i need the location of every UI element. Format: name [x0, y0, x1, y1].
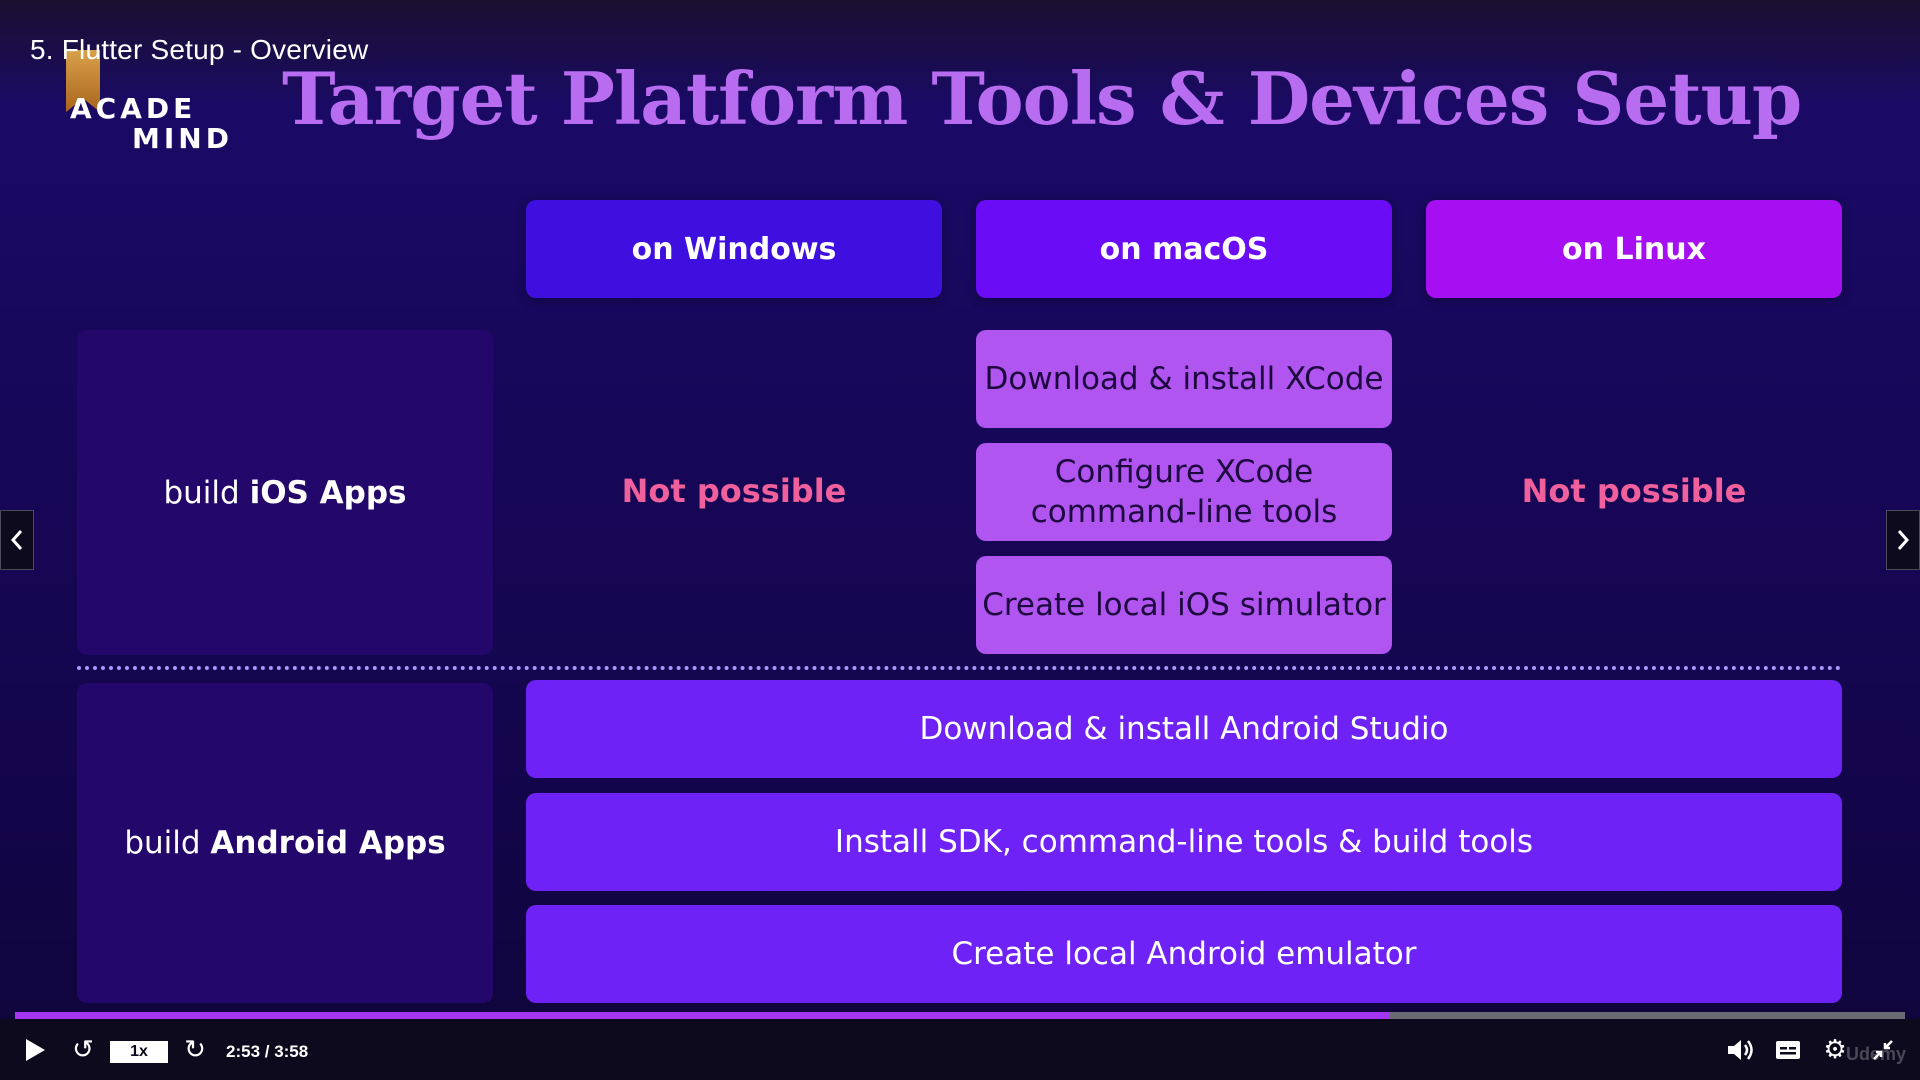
column-header-windows: on Windows — [526, 200, 942, 298]
macos-ios-step: Configure XCode command-line tools — [976, 443, 1392, 541]
gear-icon: ⚙ — [1823, 1035, 1847, 1065]
row-header-strong: Android Apps — [210, 825, 446, 861]
row-header-prefix: build — [124, 825, 211, 861]
time-display: 2:53 / 3:58 — [226, 1042, 309, 1061]
rewind-icon: ↺ — [72, 1035, 94, 1065]
academind-logo: ACADE MIND — [66, 50, 236, 160]
macos-ios-step: Create local iOS simulator — [976, 556, 1392, 654]
row-header-android: build Android Apps — [77, 683, 493, 1003]
macos-ios-step-text: Configure XCode command-line tools — [1030, 454, 1338, 530]
column-header-macos: on macOS — [976, 200, 1392, 298]
player-controls: ↺ 1x ↻ 2:53 / 3:58 ⚙ — [0, 1019, 1920, 1080]
chevron-right-icon — [1897, 530, 1910, 550]
previous-lecture-button[interactable] — [0, 510, 34, 570]
volume-button[interactable] — [1724, 1035, 1756, 1065]
android-step: Install SDK, command-line tools & build … — [526, 793, 1842, 891]
not-possible-linux: Not possible — [1521, 472, 1747, 510]
udemy-watermark: Udemy — [1845, 1044, 1906, 1064]
android-step: Create local Android emulator — [526, 905, 1842, 1003]
captions-icon — [1776, 1041, 1800, 1059]
not-possible-windows: Not possible — [621, 472, 847, 510]
row-header-prefix: build — [163, 474, 250, 511]
captions-button[interactable] — [1774, 1037, 1802, 1063]
column-header-linux: on Linux — [1426, 200, 1842, 298]
volume-icon — [1728, 1040, 1753, 1060]
play-icon — [26, 1039, 45, 1061]
slide-title: Target Platform Tools & Devices Setup — [282, 56, 1802, 141]
playback-speed-button[interactable]: 1x — [110, 1041, 168, 1063]
logo-text-line1: ACADE — [70, 92, 197, 125]
play-button[interactable] — [20, 1035, 50, 1065]
macos-ios-step: Download & install XCode — [976, 330, 1392, 428]
rewind-button[interactable]: ↺ — [68, 1035, 98, 1065]
row-header-ios: build iOS Apps — [77, 330, 493, 655]
row-divider — [77, 666, 1842, 670]
next-lecture-button[interactable] — [1886, 510, 1920, 570]
slide-stage: 5. Flutter Setup - Overview ACADE MIND T… — [0, 0, 1920, 1080]
lecture-title: 5. Flutter Setup - Overview — [30, 34, 369, 65]
row-header-strong: iOS Apps — [249, 474, 407, 511]
forward-icon: ↻ — [184, 1035, 206, 1065]
video-progress-bar[interactable] — [15, 1012, 1905, 1019]
logo-text-line2: MIND — [132, 122, 233, 155]
video-progress-fill — [15, 1012, 1390, 1019]
forward-button[interactable]: ↻ — [180, 1035, 210, 1065]
chevron-left-icon — [10, 530, 23, 550]
android-step: Download & install Android Studio — [526, 680, 1842, 778]
